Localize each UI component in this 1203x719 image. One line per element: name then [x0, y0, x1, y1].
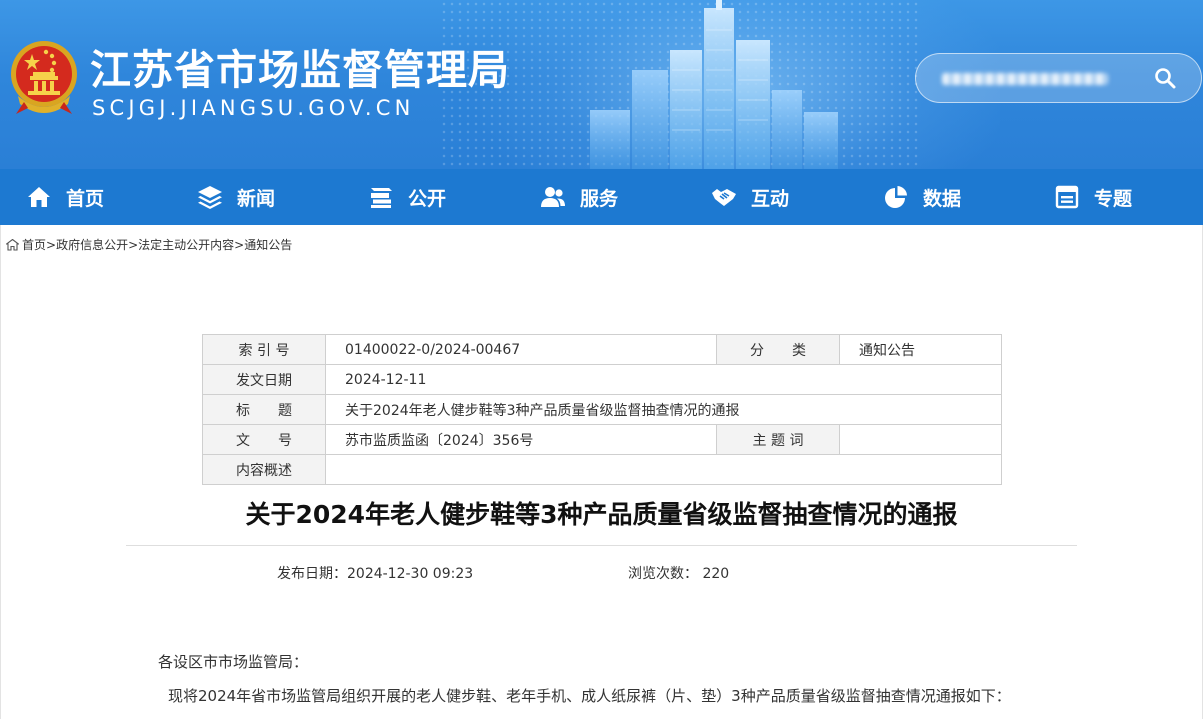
- nav-item-label: 互动: [751, 187, 790, 210]
- title-value: 关于2024年老人健步鞋等3种产品质量省级监督抽查情况的通报: [325, 394, 1002, 425]
- nav-item-label: 数据: [923, 187, 962, 210]
- publish-date-label: 发布日期：: [277, 566, 347, 582]
- publish-date-value: 2024-12-30 09:23: [347, 566, 474, 582]
- site-domain: SCJGJ.JIANGSU.GOV.CN: [92, 96, 415, 120]
- index-value: 01400022-0/2024-00467: [325, 334, 717, 365]
- breadcrumb-link-notices[interactable]: 通知公告: [244, 236, 292, 253]
- breadcrumb-separator: >: [46, 237, 57, 252]
- nav-item-news[interactable]: 新闻: [197, 169, 275, 225]
- national-emblem-logo: [11, 41, 77, 114]
- table-row: 发文日期 2024-12-11: [202, 364, 1002, 395]
- breadcrumb-separator: >: [128, 237, 139, 252]
- city-skyline-graphic: [590, 0, 838, 169]
- site-title: 江苏省市场监督管理局: [90, 46, 510, 94]
- nav-item-label: 公开: [408, 187, 447, 210]
- date-value: 2024-12-11: [325, 364, 1002, 395]
- index-label: 索 引 号: [202, 334, 326, 365]
- subject-value: [839, 424, 1002, 455]
- table-row: 文 号 苏市监质监函〔2024〕356号 主 题 词: [202, 424, 1002, 455]
- handshake-icon: [712, 189, 736, 206]
- main-content: 首页 > 政府信息公开 > 法定主动公开内容 > 通知公告 索 引 号 0140…: [0, 225, 1203, 719]
- breadcrumb-separator: >: [234, 237, 245, 252]
- nav-item-public[interactable]: 公开: [368, 169, 446, 225]
- nav-item-label: 新闻: [237, 187, 276, 210]
- nav-item-service[interactable]: 服务: [540, 169, 618, 225]
- nav-item-topics[interactable]: 专题: [1054, 169, 1132, 225]
- view-count-value: 220: [702, 566, 730, 582]
- article-salutation: 各设区市市场监管局：: [158, 653, 309, 671]
- subject-label: 主 题 词: [716, 424, 840, 455]
- title-divider: [126, 545, 1077, 546]
- layers-icon: [198, 186, 222, 209]
- document-metadata-table: 索 引 号 01400022-0/2024-00467 分 类 通知公告 发文日…: [202, 334, 1002, 485]
- search-input[interactable]: [936, 64, 1136, 94]
- home-small-icon: [6, 238, 19, 251]
- pie-chart-icon: [885, 186, 907, 208]
- nav-item-data[interactable]: 数据: [883, 169, 961, 225]
- nav-item-label: 首页: [66, 187, 105, 210]
- nav-item-home[interactable]: 首页: [26, 169, 104, 225]
- table-row: 内容概述: [202, 454, 1002, 485]
- breadcrumb-link-home[interactable]: 首页: [22, 236, 46, 253]
- home-icon: [28, 187, 50, 207]
- content-border-left: [0, 225, 1, 719]
- summary-value: [325, 454, 1002, 485]
- window-icon: [1055, 185, 1079, 209]
- site-header: 江苏省市场监督管理局 SCJGJ.JIANGSU.GOV.CN: [0, 0, 1203, 169]
- summary-label: 内容概述: [202, 454, 326, 485]
- main-nav: 首页 新闻 公开 服务 互动 数据 专题: [0, 169, 1203, 225]
- article-title: 关于2024年老人健步鞋等3种产品质量省级监督抽查情况的通报: [245, 500, 958, 529]
- view-count: 浏览次数： 220: [628, 563, 729, 583]
- nav-item-label: 专题: [1094, 187, 1133, 210]
- breadcrumb-link-gov-info[interactable]: 政府信息公开: [56, 236, 128, 253]
- stack-icon: [371, 188, 392, 208]
- search-icon[interactable]: [1153, 66, 1177, 90]
- category-value: 通知公告: [839, 334, 1002, 365]
- date-label: 发文日期: [202, 364, 326, 395]
- nav-item-label: 服务: [580, 187, 619, 210]
- doc-number-label: 文 号: [202, 424, 326, 455]
- breadcrumb: 首页 > 政府信息公开 > 法定主动公开内容 > 通知公告: [6, 236, 292, 253]
- category-label: 分 类: [716, 334, 840, 365]
- breadcrumb-link-statutory[interactable]: 法定主动公开内容: [138, 236, 234, 253]
- view-count-label: 浏览次数：: [628, 566, 698, 582]
- users-icon: [541, 187, 565, 207]
- nav-item-interact[interactable]: 互动: [711, 169, 789, 225]
- doc-number-value: 苏市监质监函〔2024〕356号: [325, 424, 717, 455]
- publish-date: 发布日期：2024-12-30 09:23: [277, 563, 473, 583]
- table-row: 标 题 关于2024年老人健步鞋等3种产品质量省级监督抽查情况的通报: [202, 394, 1002, 425]
- title-label: 标 题: [202, 394, 326, 425]
- article-intro-paragraph: 现将2024年省市场监管局组织开展的老人健步鞋、老年手机、成人纸尿裤（片、垫）3…: [168, 687, 1011, 705]
- table-row: 索 引 号 01400022-0/2024-00467 分 类 通知公告: [202, 334, 1002, 365]
